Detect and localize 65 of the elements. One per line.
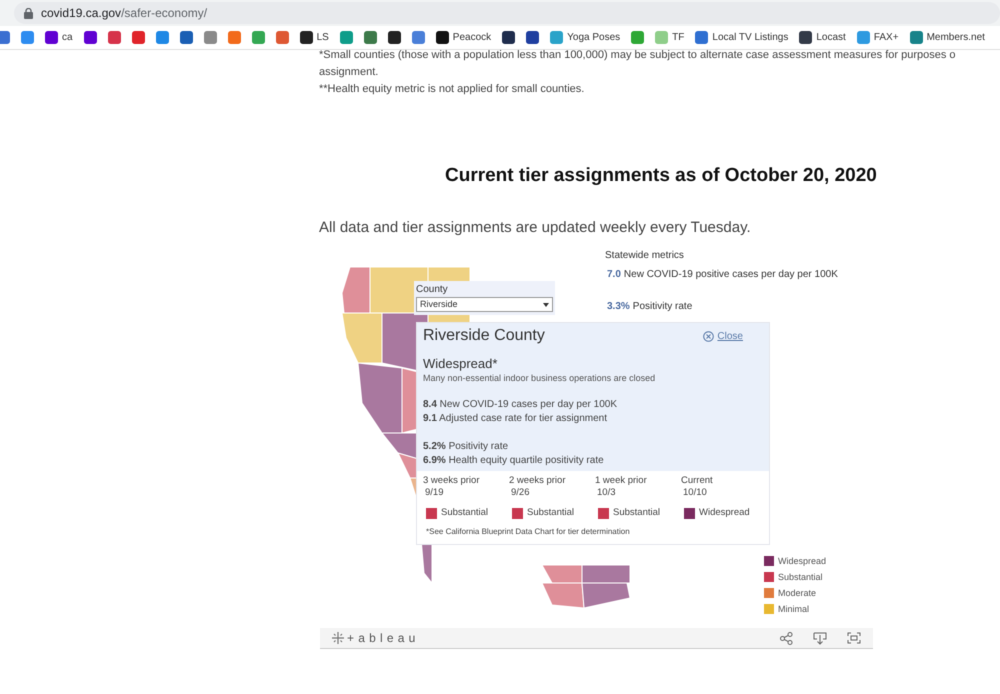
filter-label: County	[416, 283, 449, 296]
metrics-title: Statewide metrics	[605, 249, 685, 263]
bookmark-label[interactable]: Yoga Poses	[567, 30, 620, 45]
period-date: 9/26	[511, 487, 530, 499]
bookmark-icon[interactable]	[45, 31, 58, 44]
tooltip-title: Riverside County	[423, 326, 545, 346]
bookmark-icon[interactable]	[526, 31, 540, 44]
metric-value: 3.3%	[607, 300, 630, 314]
tableau-logo-icon	[332, 632, 344, 644]
tier-label: Substantial	[441, 506, 488, 520]
footnote: **Health equity metric is not applied for small counties.	[319, 82, 586, 97]
period-label: 1 week prior	[595, 475, 648, 487]
fullscreen-icon[interactable]	[847, 632, 861, 644]
period-date: 9/19	[425, 487, 444, 499]
tier-name: Widespread*	[423, 356, 498, 372]
metric-label: Positivity rate	[632, 300, 692, 314]
bookmark-label[interactable]: Locast	[816, 30, 846, 45]
period-date: 10/10	[683, 487, 708, 499]
bookmark-label[interactable]: ca	[62, 30, 73, 45]
legend-label: Substantial	[778, 571, 823, 583]
footnote: assignment.	[319, 65, 380, 80]
metric-value: 7.0	[607, 268, 621, 282]
period-date: 10/3	[597, 487, 616, 499]
share-icon[interactable]	[780, 632, 793, 644]
section-heading: Current tier assignments as of October 20, 2020	[445, 164, 878, 188]
bookmark-label[interactable]: Peacock	[452, 30, 492, 45]
footnote: *Small counties (those with a population less than 100,000) may be subject to alternate case assessment measures for purposes o	[319, 48, 957, 63]
county-metric: 6.9% Health equity quartile positivity rate	[423, 454, 604, 468]
address-bar[interactable]: covid19.ca.gov/safer-economy/	[14, 2, 1000, 24]
county-select[interactable]: Riverside	[416, 297, 553, 312]
bookmark-icon[interactable]	[799, 31, 812, 44]
tier-label: Substantial	[527, 506, 574, 520]
lock-icon	[24, 8, 33, 18]
update-note: All data and tier assignments are updated weekly every Tuesday.	[319, 218, 752, 238]
bookmark-label[interactable]: Members.net	[926, 30, 985, 45]
county-metric: 5.2% Positivity rate	[423, 440, 508, 454]
period-label: 3 weeks prior	[423, 475, 480, 487]
legend-label: Widespread	[778, 555, 826, 567]
bookmark-icon[interactable]	[388, 31, 401, 44]
download-icon[interactable]	[813, 632, 827, 644]
close-button[interactable]: Close	[703, 328, 743, 344]
bookmark-icon[interactable]	[84, 31, 97, 44]
period-label: 2 weeks prior	[509, 475, 566, 487]
metric-label: New COVID-19 positive cases per day per 100K	[624, 268, 838, 282]
bookmark-label[interactable]: FAX+	[874, 30, 899, 45]
legend-label: Minimal	[778, 603, 810, 615]
legend-label: Moderate	[778, 587, 816, 599]
tier-label: Widespread	[699, 506, 750, 520]
bookmark-icon[interactable]	[300, 31, 313, 44]
period-label: Current	[681, 475, 714, 487]
bookmark-label[interactable]: TF	[672, 30, 684, 45]
close-icon	[703, 330, 714, 342]
caret-icon	[543, 302, 549, 306]
tier-note: *See California Blueprint Data Chart for tier determination	[426, 526, 631, 538]
tier-label: Substantial	[613, 506, 660, 520]
bookmark-label[interactable]: Local TV Listings	[712, 30, 788, 45]
bookmark-icon[interactable]	[436, 31, 449, 44]
bookmark-icon[interactable]	[502, 31, 516, 44]
url-text: covid19.ca.gov/safer-economy/	[41, 5, 208, 22]
tableau-wordmark[interactable]: +ableau	[347, 629, 420, 647]
county-metric: 9.1 Adjusted case rate for tier assignment	[423, 412, 607, 426]
county-metric: 8.4 New COVID-19 cases per day per 100K	[423, 398, 617, 412]
bookmark-label[interactable]: LS	[316, 30, 329, 45]
tier-description: Many non-essential indoor business operations are closed	[423, 372, 656, 384]
bookmark-icon[interactable]	[180, 31, 193, 44]
